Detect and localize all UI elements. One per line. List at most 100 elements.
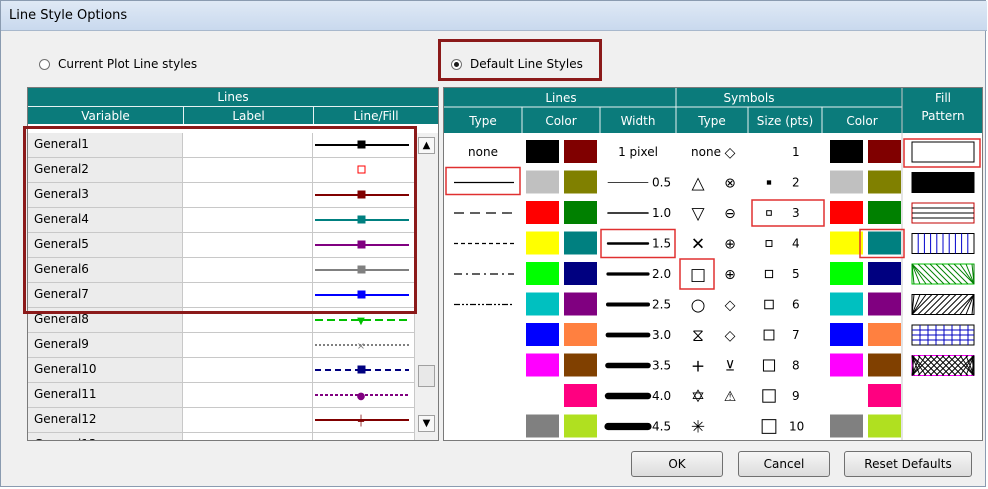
line-color-swatch[interactable]: [564, 292, 597, 316]
vertical-scrollbar[interactable]: ▲ ▼: [414, 133, 438, 440]
symbol-color-swatch[interactable]: [830, 201, 863, 224]
scroll-up-icon[interactable]: ▲: [418, 137, 435, 154]
size-sample[interactable]: [762, 389, 776, 403]
symbol-a[interactable]: ○: [691, 296, 706, 316]
label-cell[interactable]: [183, 433, 313, 440]
line-color-swatch[interactable]: [526, 231, 559, 255]
linefill-column-header[interactable]: Line/Fill: [313, 106, 438, 124]
size-sample[interactable]: [764, 299, 774, 310]
scroll-thumb[interactable]: [418, 365, 435, 387]
variable-column-header[interactable]: Variable: [28, 106, 183, 124]
size-sample[interactable]: [766, 180, 772, 185]
line-color-swatch[interactable]: [526, 323, 559, 346]
line-color-swatch[interactable]: [564, 140, 597, 163]
styles-grid-canvas[interactable]: Lines Symbols Fill Pattern Type Color Width Typ…: [444, 88, 983, 441]
size-sample[interactable]: [765, 240, 773, 247]
symbol-a[interactable]: ✕: [691, 235, 705, 255]
symbol-a[interactable]: +: [691, 357, 705, 377]
symbol-a[interactable]: □: [690, 265, 706, 285]
table-row[interactable]: General11 ●: [28, 383, 414, 408]
symbol-color-swatch[interactable]: [868, 262, 901, 285]
fill-pattern-swatch[interactable]: [911, 141, 975, 163]
symbol-color-swatch[interactable]: [868, 292, 901, 316]
size-sample[interactable]: [762, 359, 776, 372]
variable-name-cell[interactable]: General13: [28, 433, 183, 440]
line-color-swatch[interactable]: [526, 353, 559, 377]
symbol-b[interactable]: ◇: [725, 328, 736, 344]
variable-name-cell[interactable]: General10: [28, 358, 183, 382]
line-color-swatch[interactable]: [526, 414, 559, 438]
linefill-cell[interactable]: [313, 358, 414, 382]
symbol-a[interactable]: ▽: [691, 204, 705, 224]
symbol-color-swatch[interactable]: [868, 414, 901, 438]
variable-name-cell[interactable]: General12: [28, 408, 183, 432]
symbol-a[interactable]: ⧖: [692, 326, 704, 346]
size-sample[interactable]: [766, 210, 772, 216]
label-cell[interactable]: [183, 383, 313, 407]
linefill-cell[interactable]: [313, 433, 414, 440]
line-color-swatch[interactable]: [526, 292, 559, 316]
line-color-swatch[interactable]: [526, 140, 559, 163]
size-sample[interactable]: [763, 329, 775, 341]
symbol-color-swatch[interactable]: [868, 353, 901, 377]
symbol-a[interactable]: ✳: [691, 418, 705, 438]
reset-defaults-button[interactable]: Reset Defaults: [844, 451, 972, 477]
symbol-b[interactable]: ⊕: [724, 267, 736, 283]
line-color-swatch[interactable]: [564, 262, 597, 285]
width-option[interactable]: 1 pixel: [618, 145, 658, 159]
symbol-b[interactable]: ⊗: [724, 176, 736, 192]
symbol-color-swatch[interactable]: [830, 353, 863, 377]
line-color-swatch[interactable]: [564, 323, 597, 346]
line-color-swatch[interactable]: [526, 170, 559, 194]
label-cell[interactable]: [183, 408, 313, 432]
linefill-cell[interactable]: ●: [313, 383, 414, 407]
table-row[interactable]: General10: [28, 358, 414, 383]
variable-name-cell[interactable]: General11: [28, 383, 183, 407]
line-color-swatch[interactable]: [526, 201, 559, 224]
radio-dot-current[interactable]: [39, 58, 50, 70]
variable-name-cell[interactable]: General9: [28, 333, 183, 357]
line-color-swatch[interactable]: [564, 231, 597, 255]
table-row[interactable]: General13: [28, 433, 414, 440]
symbol-b[interactable]: ⊻: [725, 359, 735, 375]
line-color-swatch[interactable]: [564, 201, 597, 224]
symbol-b[interactable]: ⊖: [724, 206, 736, 222]
size-sample[interactable]: [764, 269, 774, 279]
label-column-header[interactable]: Label: [183, 106, 313, 124]
linefill-cell[interactable]: ×: [313, 333, 414, 357]
symbol-color-swatch[interactable]: [830, 231, 863, 255]
linefill-cell[interactable]: ╪: [313, 408, 414, 432]
size-sample[interactable]: [761, 419, 777, 434]
symbol-color-swatch[interactable]: [868, 140, 901, 163]
symbol-b[interactable]: ⊕: [724, 237, 736, 253]
table-row[interactable]: General12 ╪: [28, 408, 414, 433]
cancel-button[interactable]: Cancel: [738, 451, 830, 477]
symbol-a[interactable]: △: [691, 174, 705, 194]
line-color-swatch[interactable]: [564, 384, 597, 407]
symbol-a[interactable]: ✡: [691, 387, 705, 407]
symbol-color-swatch[interactable]: [830, 292, 863, 316]
symbol-b[interactable]: ◇: [725, 298, 736, 314]
symbol-color-swatch[interactable]: [830, 262, 863, 285]
ok-button[interactable]: OK: [631, 451, 723, 477]
symbol-color-swatch[interactable]: [830, 323, 863, 346]
line-color-swatch[interactable]: [564, 170, 597, 194]
symbol-color-swatch[interactable]: [868, 170, 901, 194]
symbol-color-swatch[interactable]: [868, 201, 901, 224]
label-cell[interactable]: [183, 358, 313, 382]
scroll-down-icon[interactable]: ▼: [418, 415, 435, 432]
symbol-color-swatch[interactable]: [830, 140, 863, 163]
symbol-color-swatch[interactable]: [868, 231, 901, 255]
symbol-color-swatch[interactable]: [868, 384, 901, 407]
line-color-swatch[interactable]: [526, 262, 559, 285]
current-plot-line-styles-radio[interactable]: Current Plot Line styles: [39, 57, 197, 71]
symbol-color-swatch[interactable]: [830, 414, 863, 438]
symbol-color-swatch[interactable]: [830, 170, 863, 194]
symbol-color-swatch[interactable]: [868, 323, 901, 346]
line-color-swatch[interactable]: [564, 414, 597, 438]
symbol-b[interactable]: ◇: [725, 145, 736, 161]
line-type-none[interactable]: none: [468, 145, 498, 159]
symbol-b[interactable]: ⚠: [724, 389, 737, 405]
table-row[interactable]: General9 ×: [28, 333, 414, 358]
fill-pattern-swatch[interactable]: [911, 172, 975, 193]
